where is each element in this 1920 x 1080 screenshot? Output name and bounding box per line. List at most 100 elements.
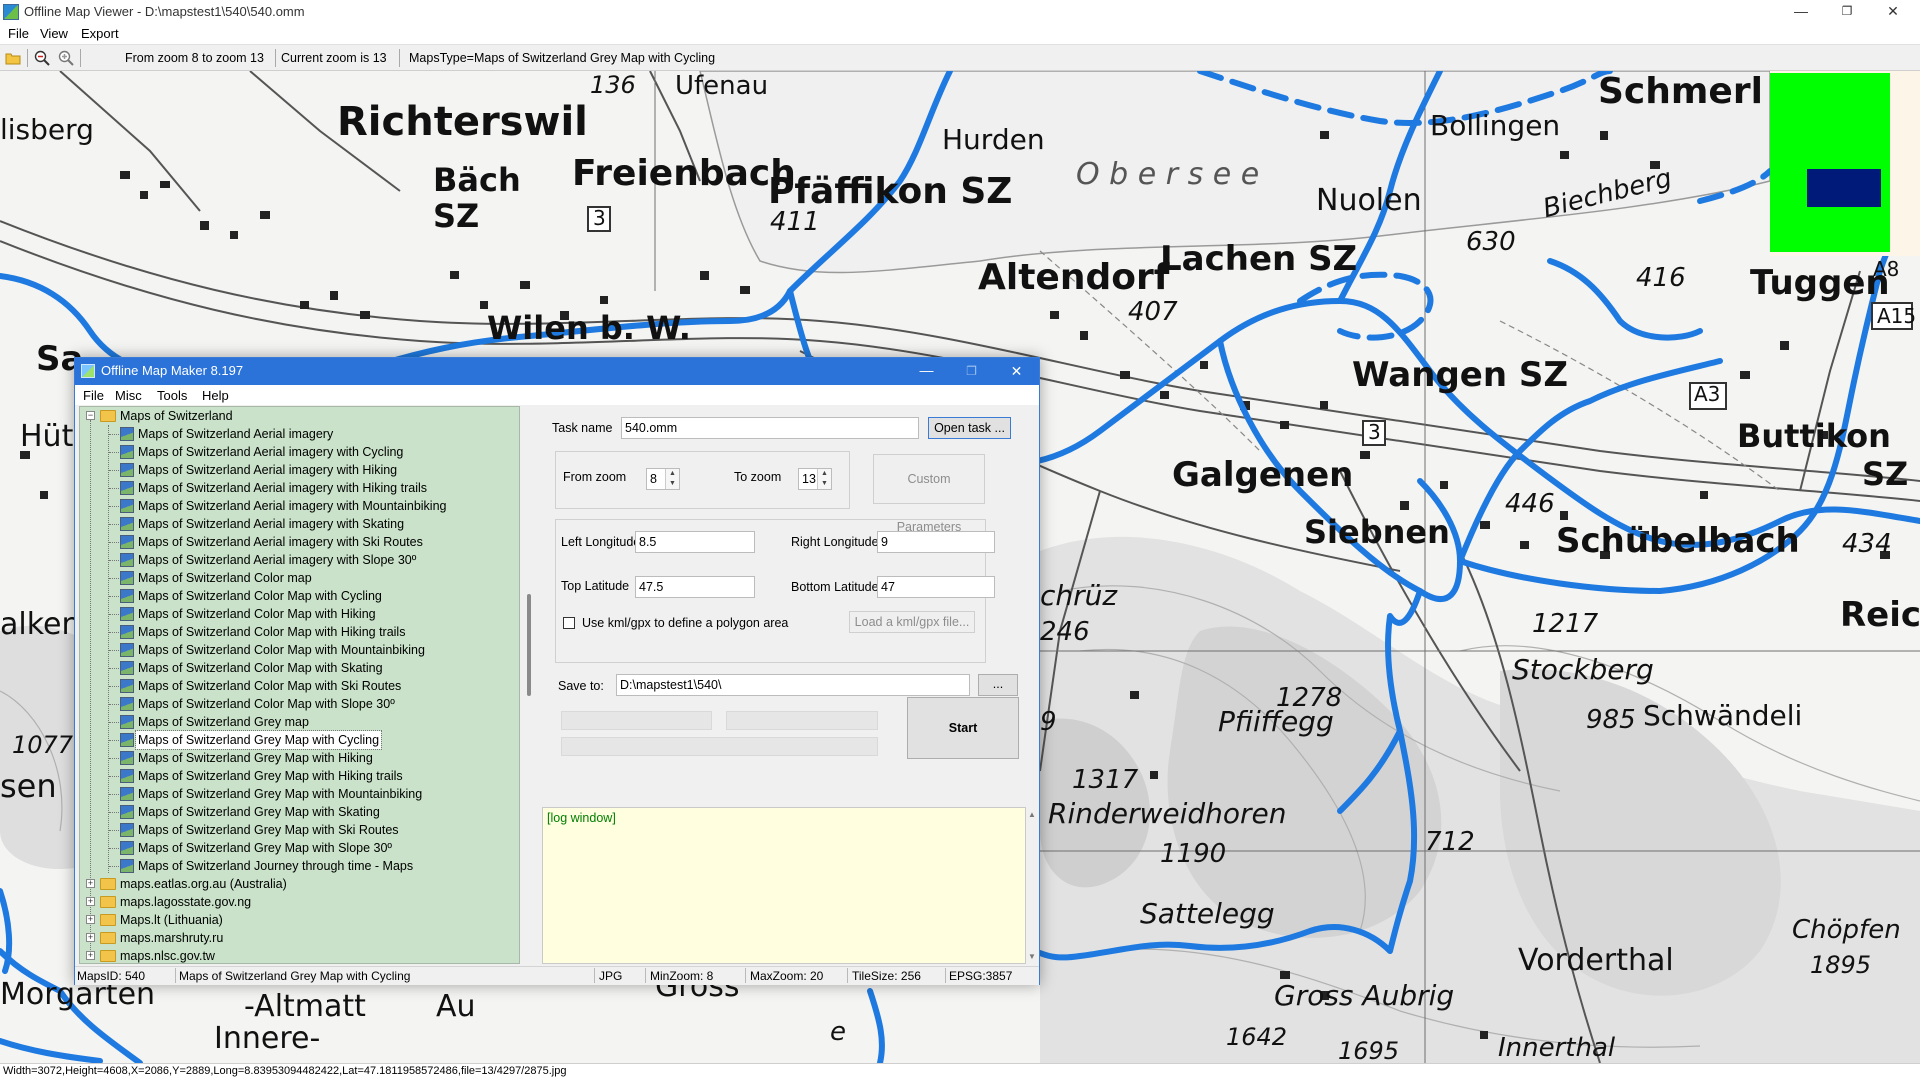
start-button[interactable]: Start <box>907 697 1019 759</box>
dialog-menu-file[interactable]: File <box>83 388 104 403</box>
viewer-menubar: File View Export <box>0 24 1920 44</box>
bottom-latitude-label: Bottom Latitude <box>791 580 879 594</box>
minimize-button[interactable]: — <box>1778 0 1824 24</box>
scroll-up-icon[interactable]: ▲ <box>1028 810 1036 819</box>
open-folder-icon[interactable] <box>5 50 21 66</box>
task-settings-panel: Task name 540.omm Open task ... From zoo… <box>542 406 1037 806</box>
folder-icon <box>100 896 116 908</box>
map-label: Vorderthal <box>1518 943 1674 978</box>
folder-icon <box>100 932 116 944</box>
dialog-close-button[interactable]: ✕ <box>994 358 1039 385</box>
map-label: 1077 <box>12 731 74 759</box>
map-layer-icon <box>120 553 134 567</box>
expand-icon[interactable]: + <box>86 897 95 906</box>
map-label: 712 <box>1425 827 1475 857</box>
open-task-button[interactable]: Open task ... <box>928 417 1011 439</box>
right-longitude-label: Right Longitude <box>791 535 879 549</box>
dialog-menu-misc[interactable]: Misc <box>115 388 142 403</box>
map-label: -Altmatt <box>244 989 366 1024</box>
map-layer-icon <box>120 625 134 639</box>
top-latitude-label: Top Latitude <box>561 579 630 593</box>
status-max-zoom: MaxZoom: 20 <box>750 969 824 983</box>
browse-button[interactable]: ... <box>978 674 1018 696</box>
highway-label: 3 <box>1368 420 1381 444</box>
dialog-minimize-button[interactable]: — <box>904 357 949 384</box>
status-format: JPG <box>599 969 623 983</box>
map-layer-icon <box>120 571 134 585</box>
map-label: 446 <box>1505 489 1555 519</box>
toolbar-separator <box>399 49 400 67</box>
map-label: SZ <box>1862 455 1909 493</box>
map-label: Pfäffikon SZ <box>768 171 1013 212</box>
tree-scrollbar-thumb[interactable] <box>527 594 531 696</box>
map-label: 985 <box>1586 705 1636 735</box>
overview-minimap[interactable] <box>1770 71 1920 256</box>
collapse-icon[interactable]: − <box>86 411 95 420</box>
map-layer-icon <box>120 751 134 765</box>
map-layer-icon <box>120 823 134 837</box>
map-layer-icon <box>120 733 134 747</box>
expand-icon[interactable]: + <box>86 879 95 888</box>
map-label: 416 <box>1636 263 1686 293</box>
dialog-statusbar: MapsID: 540 Maps of Switzerland Grey Map… <box>75 966 1039 985</box>
map-layer-icon <box>120 679 134 693</box>
menu-file[interactable]: File <box>8 26 29 41</box>
use-kml-checkbox[interactable] <box>563 617 575 629</box>
expand-icon[interactable]: + <box>86 915 95 924</box>
menu-export[interactable]: Export <box>81 26 119 41</box>
map-label: 434 <box>1842 529 1892 559</box>
progress-bar-primary <box>561 711 712 730</box>
map-layer-icon <box>120 805 134 819</box>
from-zoom-label: From zoom <box>563 470 627 484</box>
minimap-viewport-indicator[interactable] <box>1807 169 1881 207</box>
app-icon <box>3 4 19 20</box>
spinner-arrows-icon[interactable]: ▲ ▼ <box>817 469 831 489</box>
map-label: Freienbach <box>572 153 796 194</box>
map-label: O b e r s e e <box>1076 157 1260 192</box>
menu-view[interactable]: View <box>40 26 68 41</box>
minimap-coverage <box>1770 73 1890 252</box>
from-zoom-spinner[interactable]: 8 ▲ ▼ <box>646 468 680 490</box>
viewer-statusbar: Width=3072,Height=4608,X=2086,Y=2889,Lon… <box>0 1063 1920 1080</box>
map-layer-icon <box>120 535 134 549</box>
map-layer-icon <box>120 481 134 495</box>
dialog-maximize-button[interactable]: ❐ <box>949 358 994 385</box>
to-zoom-spinner[interactable]: 13 ▲ ▼ <box>798 468 832 490</box>
task-name-input[interactable]: 540.omm <box>621 417 919 439</box>
right-longitude-input[interactable]: 9 <box>877 531 995 553</box>
map-label: chrüz <box>1040 579 1118 612</box>
map-label: 9 <box>1040 707 1057 737</box>
spinner-arrows-icon[interactable]: ▲ ▼ <box>665 469 679 489</box>
save-to-input[interactable]: D:\mapstest1\540\ <box>616 674 970 696</box>
zoom-in-icon[interactable] <box>58 50 74 66</box>
zoom-range-text: From zoom 8 to zoom 13 <box>125 51 264 65</box>
map-label: 1190 <box>1160 839 1227 869</box>
load-kml-button[interactable]: Load a kml/gpx file... <box>849 611 975 633</box>
expand-icon[interactable]: + <box>86 933 95 942</box>
dialog-titlebar[interactable]: Offline Map Maker 8.197 — ❐ ✕ <box>75 358 1039 385</box>
expand-icon[interactable]: + <box>86 951 95 960</box>
tree-scrollbar[interactable] <box>521 406 538 964</box>
restore-button[interactable]: ❐ <box>1824 0 1870 24</box>
log-window[interactable]: [log window] <box>542 807 1026 964</box>
map-layer-icon <box>120 463 134 477</box>
log-scrollbar[interactable]: ▲ ▼ <box>1026 807 1038 964</box>
map-label: sen <box>0 767 57 805</box>
map-label: Wilen b. W. <box>487 309 691 347</box>
maps-tree-view[interactable]: − Maps of Switzerland Maps of Switzerlan… <box>79 406 520 964</box>
dialog-menu-tools[interactable]: Tools <box>157 388 187 403</box>
zoom-out-icon[interactable] <box>34 50 50 66</box>
map-layer-icon <box>120 607 134 621</box>
dialog-menu-help[interactable]: Help <box>202 388 229 403</box>
top-latitude-input[interactable]: 47.5 <box>635 576 755 598</box>
highway-label: A3 <box>1694 382 1721 406</box>
status-min-zoom: MinZoom: 8 <box>650 969 714 983</box>
custom-parameters-button[interactable]: Custom Parameters <box>873 454 985 534</box>
bottom-latitude-input[interactable]: 47 <box>877 576 995 598</box>
folder-icon <box>100 914 116 926</box>
left-longitude-label: Left Longitude <box>561 535 641 549</box>
close-button[interactable]: ✕ <box>1870 0 1916 24</box>
scroll-down-icon[interactable]: ▼ <box>1028 952 1036 961</box>
dialog-title: Offline Map Maker 8.197 <box>101 363 244 378</box>
left-longitude-input[interactable]: 8.5 <box>635 531 755 553</box>
